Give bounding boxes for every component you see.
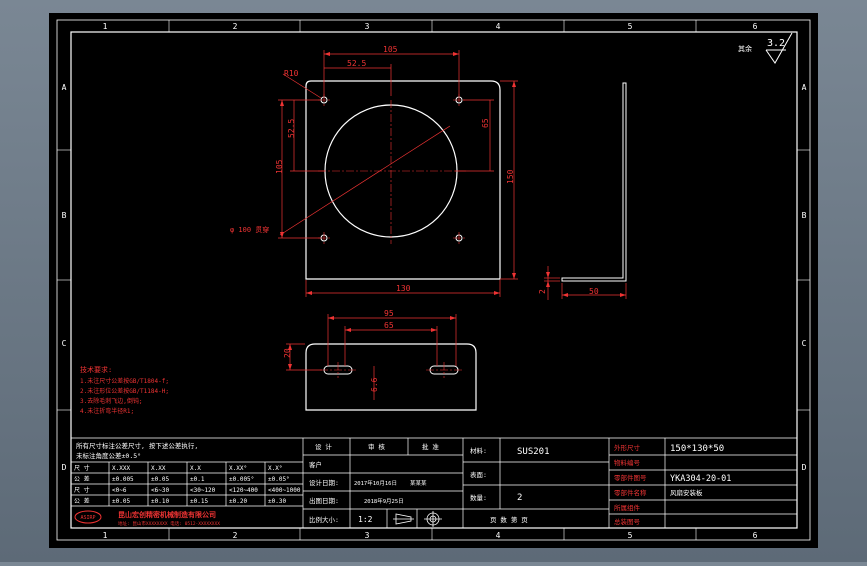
drawing-no-label: 零部件图号 [614,473,647,482]
qty-label: 数量: [470,493,487,502]
tolerance-cell: ±0.05° [268,476,290,483]
tolerance-cell: ±0.30 [268,498,286,505]
zone-top-1: 1 [103,22,108,31]
zone-bottom-2: 2 [233,531,238,540]
review-label: 审 核 [368,442,385,451]
design-date: 2017年10月16日 [354,479,397,487]
dim-105-left: 105 [275,159,284,174]
zone-right-d: D [802,463,807,472]
zone-top-2: 2 [233,22,238,31]
assembly-label: 所属组件 [614,503,641,512]
tech-note-title: 技术要求: [80,365,112,374]
zone-left-c: C [62,339,67,348]
tolerance-cell: ±0.1 [190,476,205,483]
tolerance-cell: <30~120 [190,487,216,494]
drawing-no-value: YKA304-20-01 [670,474,731,484]
tolerance-cell: X.X° [268,465,282,472]
company-name: 昆山宏创精密机械制造有限公司 [118,510,216,519]
cad-viewport[interactable]: 1 2 3 4 5 6 1 2 3 4 5 6 A B C D A B C D … [0,0,867,562]
zone-bottom-5: 5 [628,531,633,540]
dim-circle-dia: φ 100 贯穿 [230,225,269,234]
design-date-label: 设计日期: [309,478,339,487]
size-value: 150*130*50 [670,444,724,454]
material-label: 材料: [470,446,487,455]
tolerance-cell: <120~400 [229,487,258,494]
tolerance-intro-2: 未标注角度公差±0.5° [76,451,141,460]
drawing-canvas: 1 2 3 4 5 6 1 2 3 4 5 6 A B C D A B C D … [49,13,818,548]
zone-bottom-3: 3 [365,531,370,540]
dim-52-5-top: 52.5 [347,59,366,68]
dim-105-top: 105 [383,45,398,54]
tolerance-cell: 公 差 [74,475,90,483]
zone-right-c: C [802,339,807,348]
dim-20: 20 [283,348,292,358]
tech-note-3: 3.去除毛刺飞边,倒钝; [80,397,142,405]
dim-52-5-left: 52.5 [287,119,296,138]
tolerance-cell: X.XXX [112,465,130,472]
size-label: 外形尺寸 [614,443,641,452]
scale-value: 1:2 [358,515,373,524]
tolerance-cell: <400~1000 [268,487,301,494]
page-label: 页 数 第 页 [490,515,528,524]
tech-note-1: 1.未注尺寸公差按GB/T1804-f; [80,377,169,385]
tolerance-cell: <0~6 [112,487,127,494]
tech-note-2: 2.未注形位公差按GB/T1184-H; [80,387,169,395]
tolerance-cell: ±0.05 [151,476,169,483]
tech-note-4: 4.未注折弯半径R1; [80,407,134,415]
tolerance-cell: ±0.005° [229,476,254,483]
customer-label: 客户 [309,460,322,469]
zone-bottom-4: 4 [496,531,501,540]
roughness-value: 3.2 [767,38,785,49]
approve-label: 批 准 [422,442,439,451]
tolerance-cell: X.XX° [229,465,247,472]
dim-65-bottom: 65 [384,321,394,330]
zone-top-5: 5 [628,22,633,31]
part-name-label: 零部件名称 [614,488,647,497]
design-date-extra: 某某某 [410,480,427,487]
roughness-prefix: 其余 [738,44,752,53]
tolerance-cell: X.X [190,465,201,472]
tolerance-cell: ±0.15 [190,498,208,505]
tolerance-cell: ±0.10 [151,498,169,505]
tolerance-cell: 尺 寸 [74,464,90,472]
zone-bottom-6: 6 [753,531,758,540]
dim-2-thickness: 2 [538,289,547,294]
zone-bottom-1: 1 [103,531,108,540]
zone-top-3: 3 [365,22,370,31]
tolerance-cell: 公 差 [74,497,90,505]
tolerance-cell: <6~30 [151,487,169,494]
zone-left-b: B [62,211,67,220]
company-address: 地址: 昆山市XXXXXXXX 电话: 0512-XXXXXXXX [118,520,220,527]
surface-label: 表面: [470,470,487,479]
zone-left-a: A [62,83,67,92]
dim-50-side: 50 [589,287,599,296]
dim-r10: R10 [284,69,299,78]
tolerance-cell: ±0.005 [112,476,134,483]
dim-130-bottom: 130 [396,284,411,293]
zone-left-d: D [62,463,67,472]
issue-date-label: 出图日期: [309,496,339,505]
dim-95: 95 [384,309,394,318]
zone-top-6: 6 [753,22,758,31]
qty-value: 2 [517,493,522,503]
dim-6-6: 6.6 [370,377,379,392]
company-logo-text: ASIRP [80,515,95,521]
scale-label: 比例大小: [309,515,339,524]
tolerance-cell: 尺 寸 [74,486,90,494]
dim-150-right: 150 [506,169,515,184]
drawing-name-label: 总装图号 [614,517,641,526]
zone-right-a: A [802,83,807,92]
part-name-value: 风扇安装板 [670,488,703,497]
tolerance-cell: X.XX [151,465,166,472]
dim-65-right: 65 [481,118,490,128]
tolerance-cell: ±0.20 [229,498,247,505]
zone-top-4: 4 [496,22,501,31]
material-value: SUS201 [517,447,550,457]
zone-right-b: B [802,211,807,220]
issue-date: 2018年9月25日 [364,497,404,505]
tolerance-intro-1: 所有尺寸标注公差尺寸, 按下述公差执行, [76,441,198,450]
tolerance-cell: ±0.05 [112,498,130,505]
part-no-label: 物料编号 [614,458,641,467]
design-label: 设 计 [315,442,332,451]
